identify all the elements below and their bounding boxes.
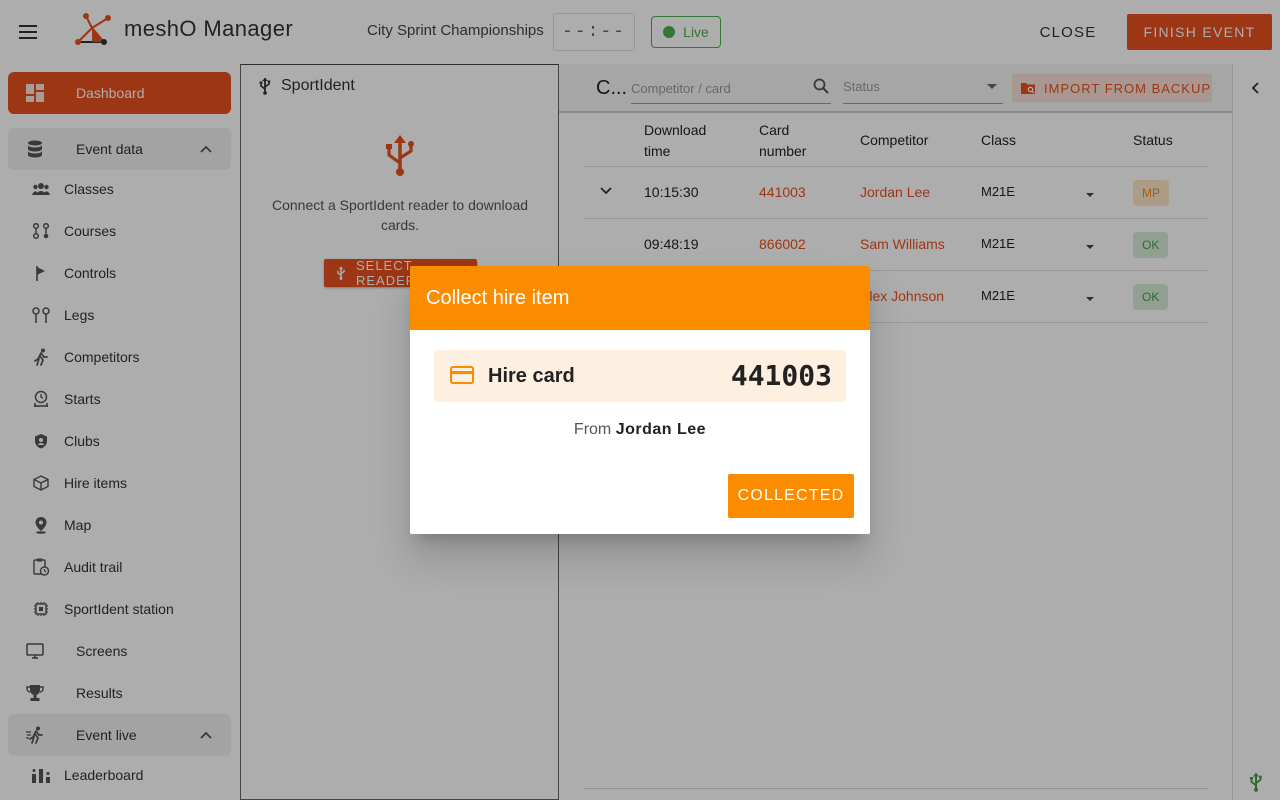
hire-item-card: Hire card 441003 [434,350,846,402]
collected-button[interactable]: COLLECTED [728,474,854,518]
hire-item-number: 441003 [730,359,832,392]
from-competitor-name: Jordan Lee [615,421,707,438]
from-label: From [573,421,612,438]
collect-hire-item-dialog: Collect hire item Hire card 441003 From … [410,266,870,534]
from-competitor: From Jordan Lee [410,421,870,439]
credit-card-icon [450,366,474,384]
hire-item-label: Hire card [488,365,575,387]
dialog-title: Collect hire item [410,266,870,330]
